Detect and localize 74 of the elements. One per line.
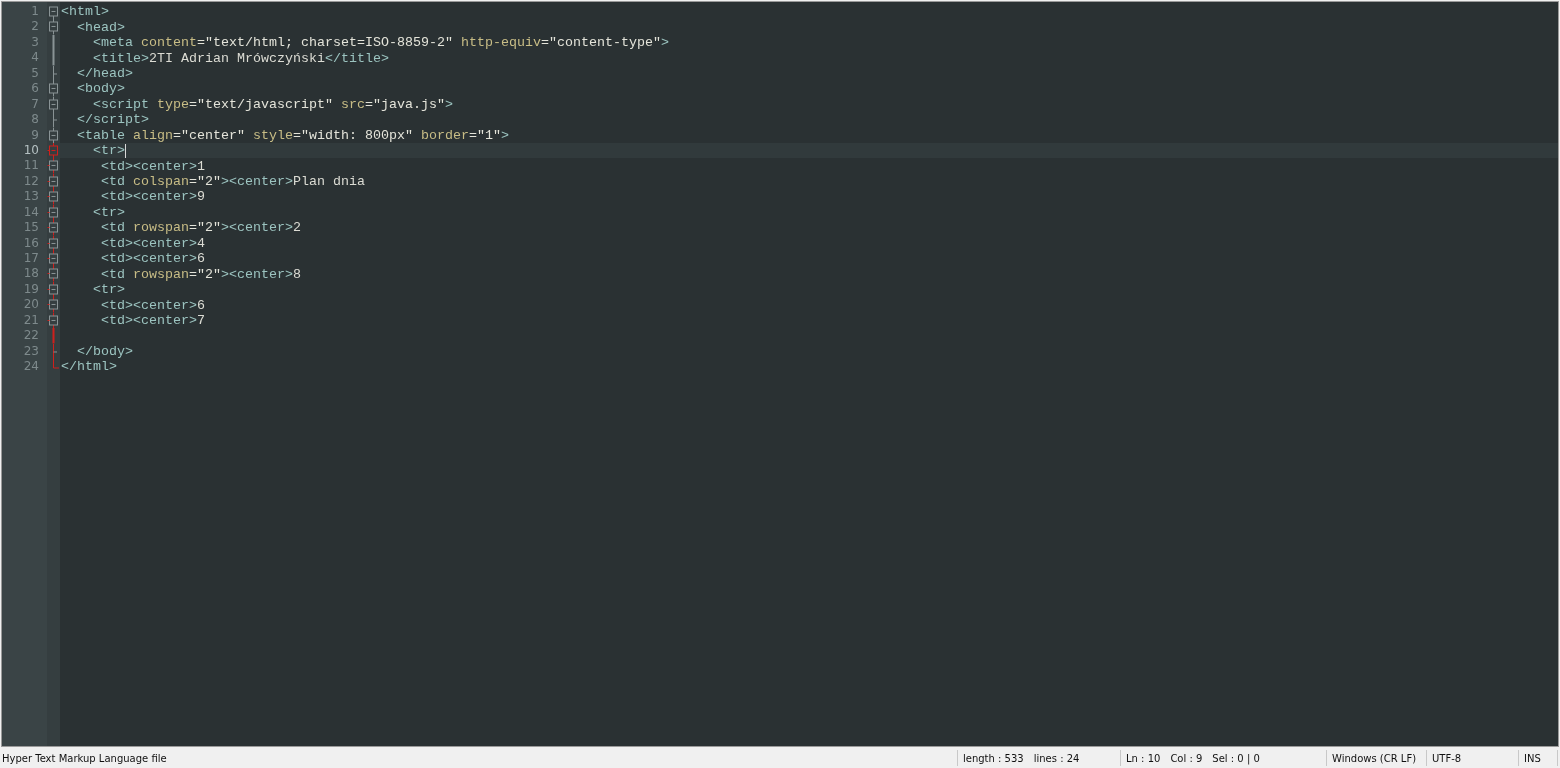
line-number: 7	[30, 96, 40, 113]
line-number: 1	[30, 4, 40, 20]
code-line: <html>	[61, 4, 109, 20]
text-caret	[125, 143, 126, 158]
status-text: Col : 9	[1170, 752, 1203, 764]
line-number: 22	[22, 328, 40, 344]
code-line: <tr>	[92, 282, 125, 298]
code-line: <body>	[76, 81, 125, 97]
line-number: 4	[30, 50, 40, 66]
line-number: 6	[30, 81, 40, 97]
status-text: INS	[1524, 752, 1541, 764]
file-type-label: Hyper Text Markup Language file	[1, 752, 168, 764]
fold-toggle-icon[interactable]	[47, 220, 58, 236]
code-line: <td><center>6	[100, 297, 205, 313]
code-line: <td rowspan="2"><center>8	[100, 266, 301, 282]
line-number: 15	[22, 220, 40, 236]
line-number: 24	[22, 359, 40, 375]
line-number: 9	[30, 127, 40, 143]
fold-toggle-icon[interactable]	[47, 142, 58, 159]
line-number: 18	[22, 266, 40, 282]
code-line: <td><center>4	[100, 235, 205, 251]
code-line: <td><center>9	[100, 189, 205, 205]
status-text: Windows (CR LF)	[1332, 752, 1417, 764]
code-line: <td colspan="2"><center>Plan dnia	[100, 174, 365, 190]
line-number: 19	[22, 281, 40, 298]
line-number: 21	[22, 312, 40, 329]
line-number: 20	[22, 297, 40, 313]
fold-toggle-icon[interactable]	[49, 127, 58, 143]
fold-toggle-icon[interactable]	[49, 6, 58, 20]
fold-toggle-icon[interactable]	[47, 312, 58, 329]
code-line: <td><center>1	[100, 158, 205, 174]
code-line: </head>	[76, 65, 133, 81]
line-number: 12	[22, 173, 40, 190]
status-text: length : 533	[963, 752, 1024, 764]
line-number: 3	[30, 34, 40, 51]
code-line: </script>	[76, 112, 149, 128]
line-number: 16	[22, 235, 40, 251]
code-line: <script type="text/javascript" src="java.js">	[92, 96, 453, 112]
status-text: UTF-8	[1432, 752, 1462, 764]
code-line: <table align="center" style="width: 800px" border="1">	[76, 127, 509, 143]
line-number: 11	[22, 158, 40, 174]
line-number: 2	[30, 19, 40, 35]
code-line: </html>	[61, 359, 117, 375]
fold-toggle-icon[interactable]	[47, 158, 58, 174]
line-number: 5	[30, 65, 40, 82]
code-line: <title>2TI Adrian Mrówczyński</title>	[92, 50, 389, 66]
line-number: 10	[22, 142, 40, 159]
fold-toggle-icon[interactable]	[47, 173, 58, 190]
fold-toggle-icon[interactable]	[49, 19, 58, 35]
line-number: 8	[30, 112, 40, 128]
fold-toggle-icon[interactable]	[47, 297, 58, 313]
status-text: Sel : 0 | 0	[1212, 752, 1260, 764]
fold-toggle-icon[interactable]	[47, 266, 58, 282]
code-line: <meta content="text/html; charset=ISO-8859-2" http-equiv="content-type">	[92, 35, 669, 51]
code-line: <td><center>7	[100, 312, 205, 328]
code-line: <td rowspan="2"><center>2	[100, 220, 301, 236]
status-text: Ln : 10	[1126, 752, 1161, 764]
status-text: lines : 24	[1033, 752, 1080, 764]
fold-toggle-icon[interactable]	[47, 281, 58, 298]
fold-toggle-icon[interactable]	[47, 235, 58, 251]
code-line: <head>	[76, 19, 125, 35]
line-number: 13	[22, 189, 40, 205]
fold-toggle-icon[interactable]	[47, 189, 58, 205]
fold-toggle-icon[interactable]	[49, 81, 58, 97]
fold-toggle-icon[interactable]	[49, 96, 58, 113]
code-line: <td><center>6	[100, 251, 205, 267]
line-number: 14	[22, 204, 40, 221]
line-number: 23	[22, 343, 40, 360]
code-line: </body>	[76, 343, 133, 359]
code-line: <tr>	[92, 204, 125, 220]
line-number: 17	[22, 251, 40, 267]
fold-toggle-icon[interactable]	[47, 204, 58, 221]
fold-toggle-icon[interactable]	[47, 251, 58, 267]
code-line: <tr>	[92, 143, 125, 159]
